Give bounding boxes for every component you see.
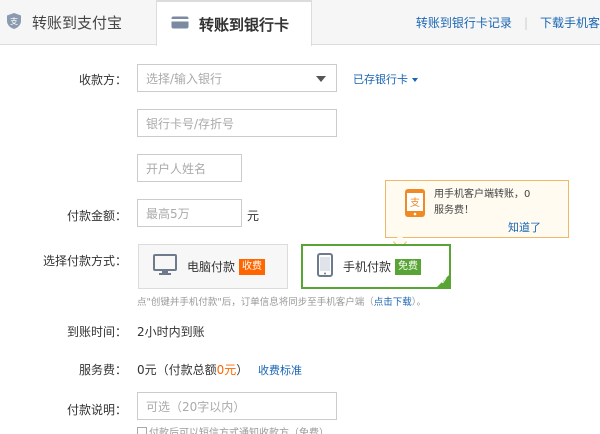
amount-input[interactable]: 最高5万 (137, 199, 242, 227)
payment-note-label: 付款说明： (66, 403, 127, 417)
pay-by-mobile-option[interactable]: 手机付款 免费 ✓ (301, 244, 451, 289)
mobile-phone-icon (317, 253, 333, 280)
fee-total: 0元 (216, 363, 237, 377)
payment-method-label: 选择付款方式： (42, 254, 127, 268)
amount-label: 付款金额： (66, 209, 127, 223)
download-mobile-client-link[interactable]: 下载手机客 (540, 14, 600, 31)
pay-by-computer-label: 电脑付款 (187, 260, 236, 274)
bank-card-icon (171, 15, 189, 33)
service-fee-value: 0元（付款总额0元） (137, 361, 248, 378)
payment-note-input[interactable]: 可选（20字以内） (137, 392, 337, 420)
fee-standard-link[interactable]: 收费标准 (258, 362, 302, 378)
fee-badge: 收费 (239, 258, 266, 275)
tip-got-it-link[interactable]: 知道了 (508, 219, 541, 235)
tab-transfer-to-bank-card[interactable]: 转账到银行卡 (156, 0, 312, 46)
bank-select[interactable]: 选择/输入银行 (137, 64, 337, 92)
alipay-shield-icon: 支 (6, 12, 22, 34)
top-links: 转账到银行卡记录 | 下载手机客 (416, 0, 600, 45)
tab-label: 转账到银行卡 (199, 15, 290, 34)
pay-by-mobile-label: 手机付款 (343, 260, 392, 274)
payment-note-placeholder: 可选（20字以内） (146, 399, 246, 414)
svg-text:支: 支 (10, 16, 18, 26)
fee-prefix: 0元（付款总额 (137, 363, 217, 377)
fee-suffix: ） (236, 363, 249, 377)
tip-line-2: 服务费！ (434, 205, 474, 216)
tab-bar: 支 转账到支付宝 转账到银行卡 转账到银行卡记录 | 下载手机客 (0, 0, 600, 46)
account-name-input[interactable]: 开户人姓名 (137, 154, 242, 182)
caret-down-icon (412, 78, 418, 82)
payee-label: 收款方： (78, 73, 127, 87)
arrival-time-label: 到账时间： (66, 325, 127, 339)
amount-unit: 元 (247, 209, 260, 223)
hint-end: ）。 (411, 297, 427, 308)
bank-transfer-records-link[interactable]: 转账到银行卡记录 (416, 14, 512, 31)
tab-label: 转账到支付宝 (32, 14, 123, 32)
free-badge: 免费 (395, 258, 422, 275)
pay-by-computer-option[interactable]: 电脑付款 收费 (138, 244, 288, 289)
svg-text:支: 支 (410, 197, 420, 209)
sync-hint: 点"创键并手机付款"后，订单信息将同步至手机客户端（点击下载）。 (137, 294, 426, 308)
chevron-down-icon (316, 76, 326, 82)
monitor-icon (153, 254, 177, 279)
saved-cards-label: 已存银行卡 (353, 73, 408, 86)
checkmark-icon: ✓ (440, 277, 448, 287)
divider: | (523, 15, 528, 30)
phone-app-icon: 支 (404, 188, 426, 221)
sms-notify-row[interactable]: 付款后可以短信方式通知收款方（免费） (137, 424, 329, 434)
click-download-link[interactable]: 点击下载 (374, 297, 412, 308)
sms-notify-label: 付款后可以短信方式通知收款方（免费） (149, 428, 329, 434)
saved-cards-dropdown[interactable]: 已存银行卡 (353, 71, 418, 87)
amount-placeholder: 最高5万 (146, 206, 190, 221)
tab-transfer-to-alipay[interactable]: 支 转账到支付宝 (0, 0, 150, 45)
bank-select-placeholder: 选择/输入银行 (146, 71, 223, 86)
hint-text: 点"创键并手机付款"后，订单信息将同步至手机客户端（ (137, 297, 374, 308)
service-fee-label: 服务费： (78, 363, 127, 377)
card-number-placeholder: 银行卡号/存折号 (146, 116, 235, 131)
arrival-time-value: 2小时内到账 (137, 325, 205, 339)
tip-line-1: 用手机客户端转账，0 (434, 189, 531, 200)
sms-notify-checkbox[interactable] (137, 426, 147, 434)
tip-text: 用手机客户端转账，0 服务费！ (434, 187, 566, 219)
card-number-input[interactable]: 银行卡号/存折号 (137, 109, 337, 137)
account-name-placeholder: 开户人姓名 (146, 161, 207, 176)
